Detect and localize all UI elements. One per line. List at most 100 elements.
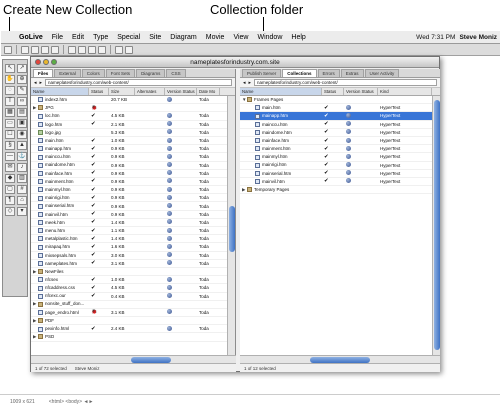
grid-tool-icon[interactable]: # <box>17 185 27 194</box>
collections-scroll-thumb[interactable] <box>434 100 440 350</box>
collection-file-row[interactable]: mainccu.htm ✔ HyperText <box>240 121 440 129</box>
tab-colors[interactable]: Colors <box>81 69 105 77</box>
tab-files[interactable]: Files <box>33 69 54 77</box>
diagram-tool-icon[interactable]: ◇ <box>5 207 15 216</box>
collection-file-row[interactable]: mainface.htm ✔ HyperText <box>240 137 440 146</box>
collection-file-row[interactable]: mainapp.htm ✔ HyperText <box>240 112 440 121</box>
zoom-tool-icon[interactable]: ⊕ <box>17 75 27 84</box>
form-tool-icon[interactable]: ☐ <box>5 130 15 139</box>
table-tool-icon[interactable]: ▦ <box>5 108 15 117</box>
tab-diagrams[interactable]: Diagrams <box>136 69 166 77</box>
new-folder-icon[interactable] <box>21 45 29 54</box>
file-row[interactable]: ▶ nonsite_stuff_don... <box>31 301 235 309</box>
column-alternates[interactable]: Alternates <box>135 88 165 95</box>
file-row[interactable]: nameplates.htm ✔ 3.1 KB Toda <box>31 260 235 268</box>
clock[interactable]: Wed 7:31 PM <box>416 34 455 41</box>
plugin-tool-icon[interactable]: ▲ <box>17 141 27 150</box>
preview-icon[interactable] <box>115 45 123 54</box>
collections-horizontal-scrollbar[interactable] <box>240 355 440 363</box>
tab-external[interactable]: External <box>54 69 81 77</box>
refresh-icon[interactable] <box>41 45 49 54</box>
files-vertical-scrollbar[interactable] <box>227 96 235 355</box>
user-name[interactable]: Steve Moniz <box>459 34 497 41</box>
site-window-titlebar[interactable]: nameplatesforindustry.com.site <box>31 57 439 68</box>
script-tool-icon[interactable]: § <box>5 141 15 150</box>
file-row[interactable]: mainapp.htm ✔ 0.9 KB Toda <box>31 145 235 154</box>
column-version-status[interactable]: Version Status <box>344 88 378 95</box>
collection-file-row[interactable]: mainrigi.htm ✔ HyperText <box>240 162 440 170</box>
file-row[interactable]: index2.htm 20.7 KB Toda <box>31 96 235 105</box>
column-status[interactable]: Status <box>89 88 109 95</box>
forward-arrow-icon[interactable]: ▸ <box>249 80 252 86</box>
file-row[interactable]: mainment.htm ✔ 0.9 KB Toda <box>31 178 235 187</box>
file-row[interactable]: logo.htm ✔ 2.1 KB Toda <box>31 121 235 129</box>
tab-errors[interactable]: Errors <box>317 69 340 77</box>
back-arrow-icon[interactable]: ◂ <box>34 80 37 86</box>
file-row[interactable]: page_endro.html 🐞 3.1 KB Toda <box>31 309 235 318</box>
file-row[interactable]: metalplastic.htm ✔ 1.4 KB Toda <box>31 235 235 244</box>
files-path-field[interactable]: nameplatesforindustry.com/web-content/ <box>45 79 232 86</box>
upload-icon[interactable] <box>68 45 76 54</box>
app-menu[interactable]: GoLive <box>15 34 48 41</box>
files-horizontal-scrollbar[interactable] <box>31 355 236 363</box>
menu-view[interactable]: View <box>229 34 253 41</box>
file-row[interactable]: menu.htm ✔ 1.1 KB Toda <box>31 227 235 236</box>
file-row[interactable]: ▶ PDF <box>31 317 235 326</box>
file-row[interactable]: mainface.htm ✔ 0.9 KB Toda <box>31 170 235 178</box>
file-row[interactable]: meek.htm ✔ 1.4 KB Toda <box>31 219 235 227</box>
text-tool-icon[interactable]: T <box>5 97 15 106</box>
css-tool-icon[interactable]: ¶ <box>5 196 15 205</box>
line-tool-icon[interactable]: — <box>5 152 15 161</box>
tab-font-sets[interactable]: Font Sets <box>105 69 136 77</box>
smart-object-tool-icon[interactable]: ◆ <box>5 174 15 183</box>
menu-help[interactable]: Help <box>287 34 310 41</box>
file-row[interactable]: ▶ JPG 🐞 <box>31 104 235 113</box>
file-row[interactable]: main.htm ✔ 1.0 KB Toda <box>31 137 235 146</box>
file-row[interactable]: mirapaq.htm ✔ 1.6 KB Toda <box>31 243 235 252</box>
collection-file-row[interactable]: mainvil.htm ✔ HyperText <box>240 178 440 187</box>
tab-collections[interactable]: Collections <box>282 69 317 77</box>
file-row[interactable]: mainmyl.htm ✔ 0.9 KB Toda <box>31 186 235 195</box>
menu-movie[interactable]: Movie <box>202 34 230 41</box>
more-tools-icon[interactable]: ▾ <box>17 207 27 216</box>
collection-file-row[interactable]: maindome.htm ✔ HyperText <box>240 129 440 137</box>
collection-file-row[interactable]: mainmyl.htm ✔ HyperText <box>240 153 440 162</box>
collection-file-row[interactable]: mainment.htm ✔ HyperText <box>240 145 440 154</box>
comment-tool-icon[interactable]: ✉ <box>5 163 15 172</box>
file-row[interactable]: mainserial.htm ✔ 0.9 KB Toda <box>31 202 235 211</box>
file-row[interactable]: nfcaddress.css ✔ 4.5 KB Toda <box>31 284 235 293</box>
link-tool-icon[interactable]: ∞ <box>17 97 27 106</box>
layer-tool-icon[interactable]: ▥ <box>17 174 27 183</box>
menu-file[interactable]: File <box>48 34 68 41</box>
eyedropper-tool-icon[interactable]: ✎ <box>17 86 27 95</box>
menu-edit[interactable]: Edit <box>68 34 89 41</box>
hand-tool-icon[interactable]: ✋ <box>5 75 15 84</box>
column-name[interactable]: Name <box>240 88 322 95</box>
collection-folder-row[interactable]: ▶ Temporary Pages <box>240 186 440 195</box>
file-row[interactable]: mainrigi.htm ✔ 0.9 KB Toda <box>31 194 235 203</box>
connect-icon[interactable] <box>98 45 106 54</box>
update-icon[interactable] <box>51 45 59 54</box>
tab-extras[interactable]: Extras <box>340 69 364 77</box>
menu-window[interactable]: Window <box>253 34 287 41</box>
new-collection-icon[interactable] <box>4 45 12 54</box>
pointer-tool-icon[interactable]: ↖ <box>5 64 15 73</box>
check-links-icon[interactable] <box>125 45 133 54</box>
new-page-icon[interactable] <box>31 45 39 54</box>
file-row[interactable]: nfcsex ✔ 1.0 KB Toda <box>31 276 235 285</box>
column-name[interactable]: Name <box>31 88 89 95</box>
tab-publish-server[interactable]: Publish Server <box>242 69 282 77</box>
file-row[interactable]: logo.jpg 5.3 KB Toda <box>31 129 235 137</box>
back-arrow-icon[interactable]: ◂ <box>243 80 246 86</box>
forward-arrow-icon[interactable]: ▸ <box>40 80 43 86</box>
menu-type[interactable]: Type <box>89 34 113 41</box>
file-row[interactable]: loc.htm ✔ 4.5 KB Toda <box>31 112 235 121</box>
div-tool-icon[interactable]: ▢ <box>5 185 15 194</box>
media-tool-icon[interactable]: ♪ <box>17 163 27 172</box>
frame-tool-icon[interactable]: ▭ <box>5 119 15 128</box>
anchor-tool-icon[interactable]: ⚓ <box>17 152 27 161</box>
collection-file-row[interactable]: mainserial.htm ✔ HyperText <box>240 170 440 178</box>
file-row[interactable]: maindome.htm ✔ 0.9 KB Toda <box>31 162 235 170</box>
file-row[interactable]: nfcexc.our ✔ 0.4 KB Toda <box>31 293 235 301</box>
file-row[interactable]: mainvil.htm ✔ 0.9 KB Toda <box>31 211 235 219</box>
